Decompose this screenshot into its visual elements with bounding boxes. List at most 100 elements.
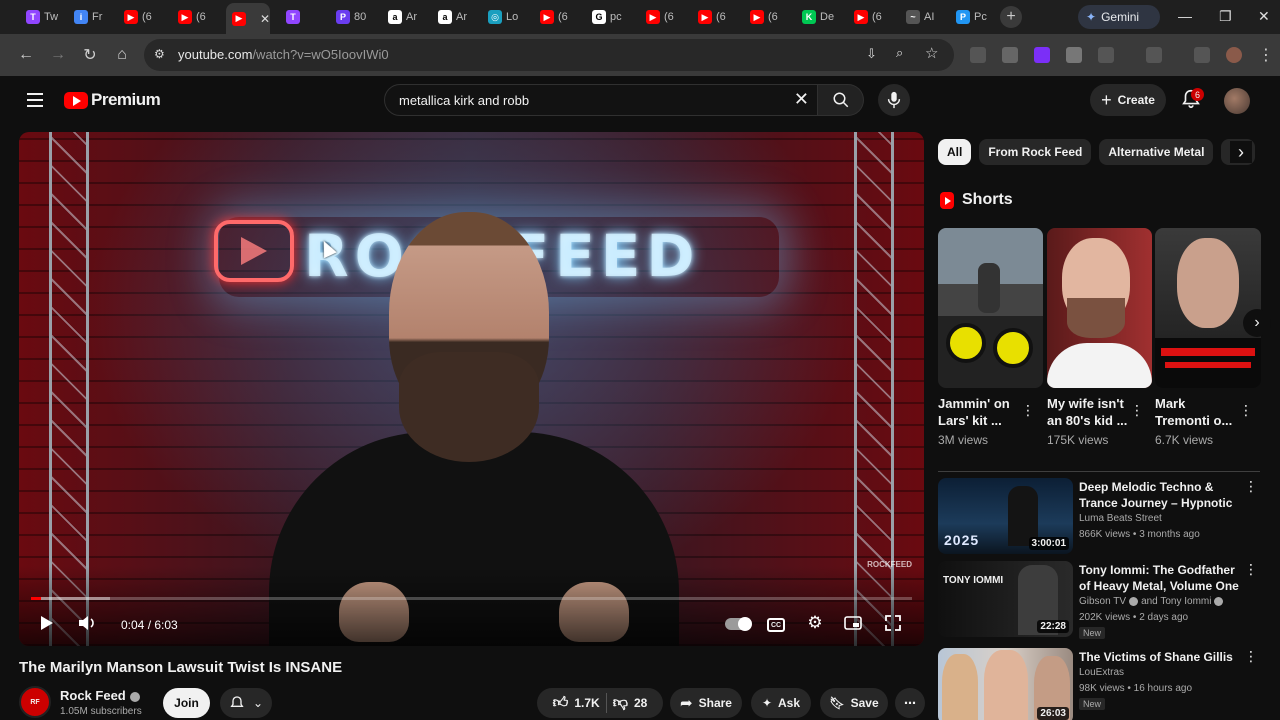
browser-tab[interactable]: ▶ (6	[534, 5, 584, 29]
account-avatar[interactable]	[1224, 88, 1250, 114]
more-vertical-icon[interactable]: ⋮	[1021, 402, 1035, 419]
miniplayer-button[interactable]	[843, 612, 863, 634]
short-thumbnail[interactable]	[938, 228, 1043, 388]
site-info-icon[interactable]: ⚙	[154, 47, 165, 61]
autoplay-toggle[interactable]	[725, 617, 752, 631]
install-icon[interactable]: ⇩	[866, 46, 877, 62]
puzzle-icon[interactable]	[1098, 47, 1114, 63]
subscription-bell-button[interactable]: ⌄	[220, 688, 272, 718]
more-vertical-icon[interactable]: ⋮	[1239, 402, 1253, 419]
extension-icon[interactable]	[1034, 47, 1050, 63]
volume-button[interactable]	[75, 612, 99, 634]
like-button[interactable]: 👍︎ 1.7K	[553, 694, 600, 712]
browser-tab[interactable]: a Ar	[432, 5, 482, 29]
save-button[interactable]: 🔖︎ Save	[820, 688, 888, 718]
browser-tab[interactable]: a Ar	[382, 5, 432, 29]
close-window-icon[interactable]: ✕	[1258, 8, 1270, 25]
channel-avatar[interactable]: RF	[19, 686, 51, 718]
browser-tab[interactable]: ▶ (6	[848, 5, 898, 29]
browser-tab[interactable]: P Pc	[950, 5, 1000, 29]
dislike-button[interactable]: 👎︎ 28	[613, 694, 648, 712]
chevron-right-icon[interactable]: ›	[1230, 141, 1252, 163]
video-title-link[interactable]: The Victims of Shane Gillis	[1079, 649, 1244, 665]
browser-tab[interactable]: P 80	[330, 5, 380, 29]
browser-tab[interactable]: ▶ ✕	[226, 3, 270, 34]
short-title[interactable]: My wife isn't an 80's kid ...	[1047, 395, 1131, 429]
gemini-button[interactable]: ✦ Gemini	[1078, 5, 1160, 29]
channel-name[interactable]: Gibson TV and Tony Iommi	[1079, 596, 1226, 607]
voice-search-button[interactable]	[878, 84, 910, 116]
browser-tab[interactable]: ▶ (6	[118, 5, 168, 29]
more-actions-button[interactable]: ⋯	[895, 688, 925, 718]
subtitles-button[interactable]: CC	[767, 618, 785, 632]
filter-chip[interactable]: From Rock Feed	[979, 139, 1092, 165]
video-title-link[interactable]: Deep Melodic Techno & Trance Journey – H…	[1079, 479, 1244, 511]
bookmark-star-icon[interactable]: ☆	[925, 44, 938, 62]
address-bar[interactable]: ⚙ youtube.com/watch?v=wO5IoovIWi0 ⇩ ⌕ ☆	[144, 39, 954, 71]
forward-icon[interactable]: →	[48, 45, 68, 65]
browser-tab[interactable]: i Fr	[68, 5, 118, 29]
fullscreen-button[interactable]	[883, 612, 903, 634]
browser-menu-icon[interactable]: ⋮	[1256, 45, 1276, 65]
browser-tab[interactable]: ~ AI	[900, 5, 950, 29]
channel-name[interactable]: LouExtras	[1079, 667, 1124, 678]
short-thumbnail[interactable]	[1047, 228, 1152, 388]
browser-tab[interactable]: ▶ (6	[692, 5, 742, 29]
browser-tab[interactable]: ▶ (6	[172, 5, 222, 29]
filter-chip[interactable]: All	[938, 139, 972, 165]
more-vertical-icon[interactable]: ⋮	[1244, 648, 1258, 665]
youtube-logo[interactable]: Premium	[64, 90, 161, 110]
filter-chip[interactable]: Alternative Metal	[1099, 139, 1214, 165]
video-thumbnail[interactable]: 2025 3:00:01	[938, 478, 1073, 554]
search-input[interactable]: metallica kirk and robb ✕	[384, 84, 818, 116]
browser-tab[interactable]: ▶ (6	[640, 5, 690, 29]
short-card[interactable]: Mark Tremonti o... 6.7K views ⋮	[1155, 228, 1261, 447]
media-icon[interactable]	[1194, 47, 1210, 63]
recommended-video[interactable]: 2025 3:00:01 Deep Melodic Techno & Tranc…	[938, 478, 1260, 556]
join-button[interactable]: Join	[163, 688, 210, 718]
channel-name[interactable]: Luma Beats Street	[1079, 513, 1162, 524]
zoom-icon[interactable]: ⌕	[896, 45, 903, 61]
shorts-next-button[interactable]: ›	[1243, 309, 1271, 337]
share-button[interactable]: ➦ Share	[670, 688, 742, 718]
short-title[interactable]: Jammin' on Lars' kit ...	[938, 395, 1022, 429]
browser-tab[interactable]: K De	[796, 5, 846, 29]
video-thumbnail[interactable]: 26:03	[938, 648, 1073, 720]
browser-tab[interactable]: ◎ Lo	[482, 5, 532, 29]
progress-bar[interactable]	[31, 597, 912, 600]
short-card[interactable]: Jammin' on Lars' kit ... 3M views ⋮	[938, 228, 1043, 447]
short-thumbnail[interactable]	[1155, 228, 1261, 388]
shield-icon[interactable]	[1066, 47, 1082, 63]
guide-menu-icon[interactable]	[27, 93, 43, 107]
more-vertical-icon[interactable]: ⋮	[1130, 402, 1144, 419]
search-button[interactable]	[818, 84, 864, 116]
settings-gear-icon[interactable]: ⚙	[805, 612, 825, 634]
profile-avatar[interactable]	[1226, 47, 1242, 63]
home-icon[interactable]: ⌂	[112, 45, 132, 65]
more-vertical-icon[interactable]: ⋮	[1244, 478, 1258, 495]
browser-tab[interactable]: Gpc	[586, 5, 636, 29]
short-title[interactable]: Mark Tremonti o...	[1155, 395, 1239, 429]
short-card[interactable]: My wife isn't an 80's kid ... 175K views…	[1047, 228, 1152, 447]
ask-button[interactable]: ✦ Ask	[751, 688, 811, 718]
video-thumbnail[interactable]: TONY IOMMI 22:28	[938, 561, 1073, 637]
reload-icon[interactable]: ↻	[80, 45, 100, 65]
create-button[interactable]: + Create	[1090, 84, 1166, 116]
recommended-video[interactable]: TONY IOMMI 22:28 Tony Iommi: The Godfath…	[938, 561, 1260, 639]
extension-icon[interactable]	[970, 47, 986, 63]
recommended-video[interactable]: 26:03 The Victims of Shane Gillis LouExt…	[938, 648, 1260, 720]
browser-tab[interactable]: ▶ (6	[744, 5, 794, 29]
channel-name-link[interactable]: Rock Feed	[60, 688, 140, 703]
more-vertical-icon[interactable]: ⋮	[1244, 561, 1258, 578]
back-icon[interactable]: ←	[16, 45, 36, 65]
minimize-icon[interactable]: —	[1178, 8, 1192, 24]
close-tab-icon[interactable]: ✕	[260, 12, 270, 26]
browser-tab[interactable]: T	[280, 5, 330, 29]
extension-icon[interactable]	[1002, 47, 1018, 63]
new-tab-button[interactable]: +	[1000, 6, 1022, 28]
play-button[interactable]	[37, 612, 57, 634]
video-player[interactable]: ROCKFEED ROCKFEED 0:04 / 6:03 CC ⚙	[19, 132, 924, 646]
maximize-icon[interactable]: ❐	[1219, 8, 1232, 25]
clear-search-icon[interactable]: ✕	[794, 89, 809, 110]
video-title-link[interactable]: Tony Iommi: The Godfather of Heavy Metal…	[1079, 562, 1244, 594]
